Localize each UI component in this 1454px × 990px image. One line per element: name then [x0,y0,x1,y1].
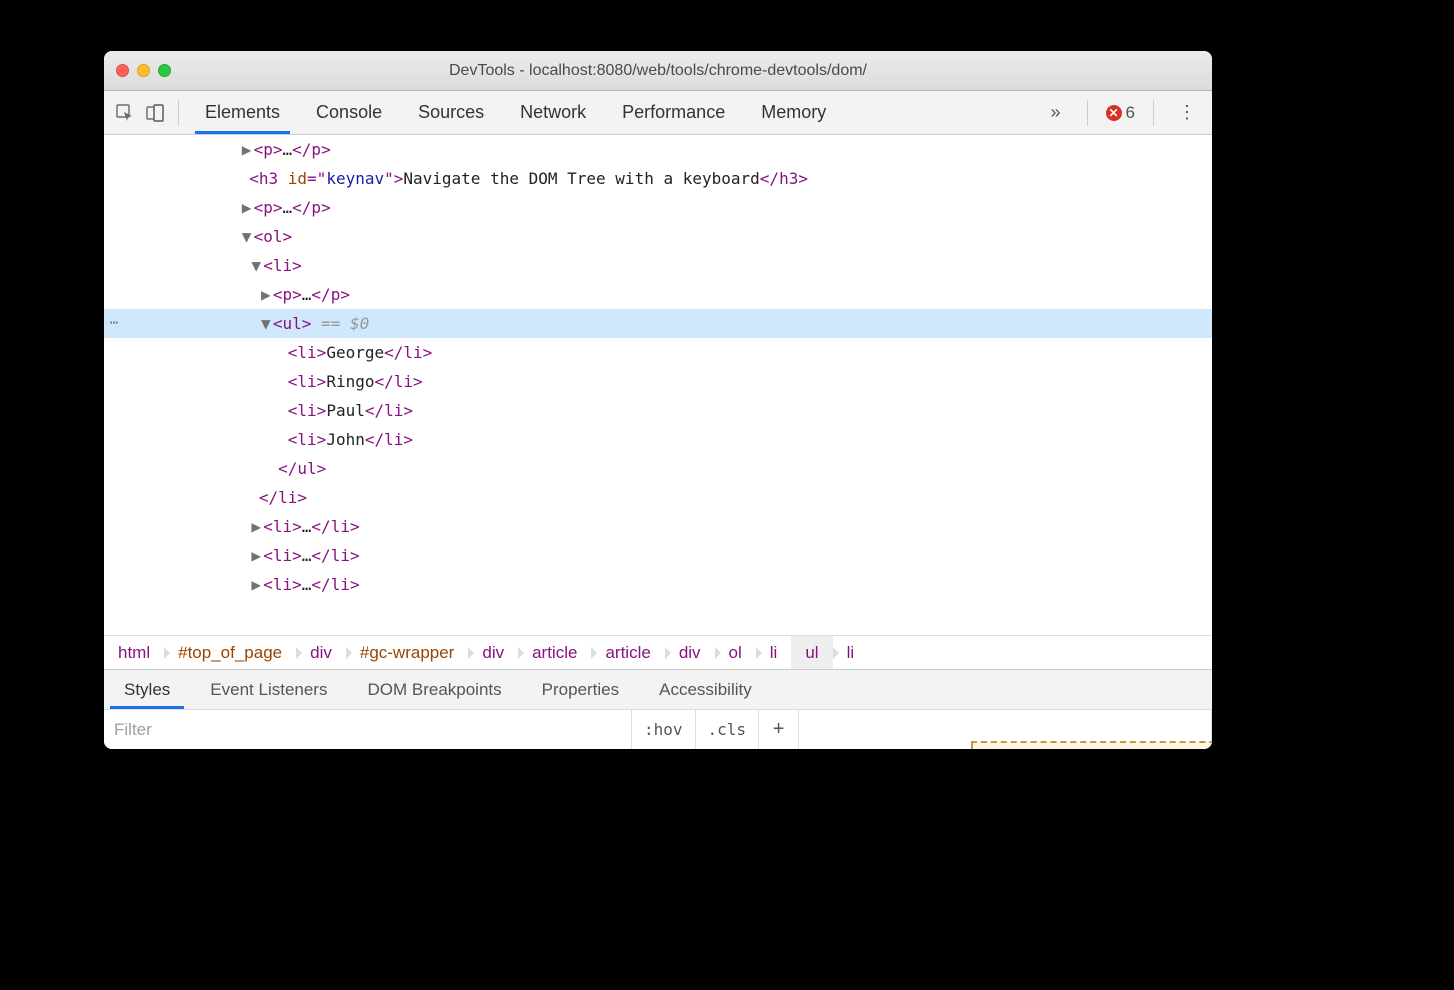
dom-node-selected[interactable]: ▼<ul> == $0 [104,309,1212,338]
text-node: John [326,430,365,449]
tab-performance[interactable]: Performance [604,91,743,134]
breadcrumb: html #top_of_page div #gc-wrapper div ar… [104,635,1212,669]
main-toolbar: Elements Console Sources Network Perform… [104,91,1212,135]
toolbar-separator [1153,100,1154,126]
dom-node[interactable]: </ul> [104,454,1212,483]
devtools-window: DevTools - localhost:8080/web/tools/chro… [104,51,1212,749]
more-tabs-icon[interactable]: » [1043,102,1069,123]
dom-node[interactable]: </li> [104,483,1212,512]
dom-node[interactable]: ▶<li>…</li> [104,512,1212,541]
box-model-preview [971,741,1212,749]
text-node: Ringo [326,372,374,391]
error-icon: ✕ [1106,105,1122,121]
tab-label: Console [316,102,382,123]
gutter-menu-icon[interactable]: ⋯ [104,309,124,338]
tab-label: Performance [622,102,725,123]
tab-label: Elements [205,102,280,123]
subtab-accessibility[interactable]: Accessibility [639,670,772,709]
breadcrumb-item[interactable]: article [591,636,664,669]
dom-node[interactable]: <li>Paul</li> [104,396,1212,425]
error-count: 6 [1126,103,1135,123]
subtab-dom-breakpoints[interactable]: DOM Breakpoints [347,670,521,709]
dom-node[interactable]: <li>Ringo</li> [104,367,1212,396]
minimize-button[interactable] [137,64,150,77]
text-node: Navigate the DOM Tree with a keyboard [403,169,759,188]
dom-node[interactable]: <li>George</li> [104,338,1212,367]
tab-network[interactable]: Network [502,91,604,134]
dom-node[interactable]: ▶<li>…</li> [104,541,1212,570]
cls-toggle[interactable]: .cls [696,710,760,749]
toolbar-separator [1087,100,1088,126]
text-node: Paul [326,401,365,420]
breadcrumb-item[interactable]: article [518,636,591,669]
tab-elements[interactable]: Elements [187,91,298,134]
breadcrumb-item[interactable]: ol [715,636,756,669]
close-button[interactable] [116,64,129,77]
tab-memory[interactable]: Memory [743,91,844,134]
toolbar-right: » ✕ 6 ⋮ [1043,100,1206,126]
styles-pane-tabs: Styles Event Listeners DOM Breakpoints P… [104,669,1212,709]
dom-tree[interactable]: ▶<p>…</p> <h3 id="keynav">Navigate the D… [104,135,1212,635]
device-toolbar-icon[interactable] [140,98,170,128]
breadcrumb-item[interactable]: div [296,636,346,669]
hov-toggle[interactable]: :hov [632,710,696,749]
inspect-element-icon[interactable] [110,98,140,128]
breadcrumb-item[interactable]: li [756,636,792,669]
tab-label: Sources [418,102,484,123]
attr-value: keynav [326,169,384,188]
tab-sources[interactable]: Sources [400,91,502,134]
tab-label: Network [520,102,586,123]
text-node: George [326,343,384,362]
window-title: DevTools - localhost:8080/web/tools/chro… [104,62,1212,80]
maximize-button[interactable] [158,64,171,77]
tab-console[interactable]: Console [298,91,400,134]
error-indicator[interactable]: ✕ 6 [1106,103,1135,123]
settings-menu-icon[interactable]: ⋮ [1172,102,1202,123]
dom-node[interactable]: ▶<p>…</p> [104,135,1212,164]
dom-node[interactable]: ▶<p>…</p> [104,280,1212,309]
breadcrumb-item[interactable]: #top_of_page [164,636,296,669]
traffic-lights [116,64,171,77]
selected-marker: == $0 [321,314,369,333]
dom-node[interactable]: ▶<li>…</li> [104,570,1212,599]
subtab-styles[interactable]: Styles [104,670,190,709]
dom-node[interactable]: ▼<li> [104,251,1212,280]
subtab-properties[interactable]: Properties [522,670,639,709]
breadcrumb-item[interactable]: #gc-wrapper [346,636,469,669]
breadcrumb-item-selected[interactable]: ul [791,636,832,669]
subtab-event-listeners[interactable]: Event Listeners [190,670,347,709]
dom-node[interactable]: <li>John</li> [104,425,1212,454]
breadcrumb-item[interactable]: li [833,636,869,669]
dom-node[interactable]: <h3 id="keynav">Navigate the DOM Tree wi… [104,164,1212,193]
dom-node[interactable]: ▼<ol> [104,222,1212,251]
panel-tabs: Elements Console Sources Network Perform… [187,91,844,134]
breadcrumb-item[interactable]: html [104,636,164,669]
styles-filter-input[interactable] [104,710,632,749]
toolbar-separator [178,100,179,126]
breadcrumb-item[interactable]: div [665,636,715,669]
titlebar: DevTools - localhost:8080/web/tools/chro… [104,51,1212,91]
new-style-rule-button[interactable]: + [759,710,799,749]
tab-label: Memory [761,102,826,123]
dom-node[interactable]: ▶<p>…</p> [104,193,1212,222]
breadcrumb-item[interactable]: div [468,636,518,669]
